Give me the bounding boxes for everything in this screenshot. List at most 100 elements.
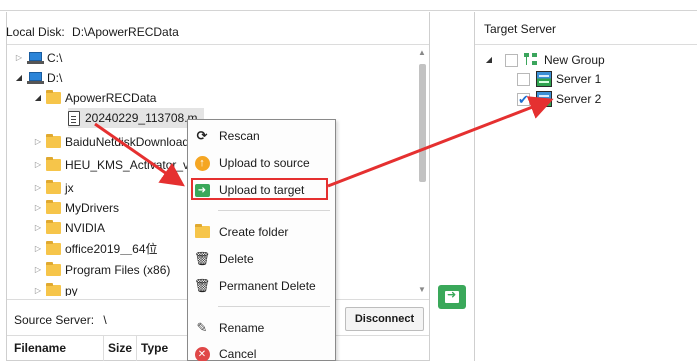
target-server-row[interactable]: Server 2 bbox=[517, 89, 602, 110]
target-server-row[interactable]: Server 1 bbox=[517, 69, 601, 89]
tree-item-folder[interactable]: ▷ NVIDIA bbox=[33, 218, 105, 238]
tree-item-label: 20240229_113708.m bbox=[85, 111, 198, 125]
menu-item-create-folder[interactable]: Create folder bbox=[188, 221, 335, 243]
file-icon bbox=[68, 110, 80, 126]
column-divider[interactable] bbox=[103, 336, 104, 361]
menu-item-label: Cancel bbox=[219, 347, 257, 361]
scroll-down-icon[interactable]: ▼ bbox=[418, 285, 426, 294]
upload-source-icon: ↑ bbox=[193, 154, 211, 172]
server-label: Server 1 bbox=[556, 72, 602, 86]
menu-item-upload-to-source[interactable]: ↑ Upload to source bbox=[188, 152, 335, 174]
server-checkbox[interactable] bbox=[517, 90, 530, 110]
tree-item-label: C:\ bbox=[47, 51, 63, 65]
tree-item-apowerrecdata[interactable]: ◢ ApowerRECData bbox=[33, 88, 156, 108]
group-label: New Group bbox=[544, 53, 605, 67]
expand-arrow-icon[interactable]: ▷ bbox=[14, 48, 24, 68]
menu-separator bbox=[218, 306, 330, 307]
server-label: Server 2 bbox=[556, 92, 602, 106]
tree-item-label: MyDrivers bbox=[65, 201, 119, 215]
menu-item-rescan[interactable]: ⟳ Rescan bbox=[188, 125, 335, 147]
expand-arrow-icon[interactable]: ▷ bbox=[33, 218, 43, 238]
menu-item-label: Rename bbox=[219, 321, 265, 335]
tree-item-folder[interactable]: ▷ py bbox=[33, 281, 78, 296]
folder-icon bbox=[46, 90, 61, 104]
menu-item-delete[interactable]: 🗑 Delete bbox=[188, 248, 335, 270]
tree-item-folder[interactable]: ▷ jx bbox=[33, 178, 74, 198]
menu-separator bbox=[218, 210, 330, 211]
scroll-up-icon[interactable]: ▲ bbox=[418, 48, 426, 57]
group-checkbox[interactable] bbox=[505, 53, 518, 67]
collapse-arrow-icon[interactable]: ◢ bbox=[33, 88, 43, 108]
menu-item-label: Rescan bbox=[219, 129, 260, 143]
menu-item-label: Permanent Delete bbox=[219, 279, 316, 293]
folder-icon bbox=[46, 262, 61, 276]
source-server-label: Source Server: bbox=[14, 313, 95, 327]
disconnect-button[interactable]: Disconnect bbox=[345, 307, 424, 331]
collapse-arrow-icon[interactable]: ◢ bbox=[14, 68, 24, 88]
menu-item-rename[interactable]: ✎ Rename bbox=[188, 317, 335, 339]
column-header-filename[interactable]: Filename bbox=[14, 341, 66, 355]
tree-item-label: jx bbox=[65, 181, 74, 195]
divider bbox=[7, 44, 429, 45]
divider bbox=[475, 44, 697, 45]
highlight-box-upload-to-target bbox=[191, 178, 328, 200]
target-group-row[interactable]: ◢ New Group bbox=[484, 50, 605, 70]
tree-item-folder[interactable]: ▷ MyDrivers bbox=[33, 198, 119, 218]
transfer-to-target-button[interactable] bbox=[438, 285, 466, 309]
menu-item-label: Delete bbox=[219, 252, 254, 266]
cancel-icon: ✕ bbox=[193, 345, 211, 361]
tree-item-label: py bbox=[65, 284, 78, 296]
folder-icon bbox=[46, 200, 61, 214]
menu-item-label: Upload to source bbox=[219, 156, 310, 170]
folder-icon bbox=[46, 220, 61, 234]
expand-arrow-icon[interactable]: ▷ bbox=[33, 281, 43, 296]
server-checkbox[interactable] bbox=[517, 72, 530, 86]
pencil-icon: ✎ bbox=[196, 320, 208, 335]
local-disk-label: Local Disk: bbox=[6, 25, 65, 39]
tree-item-folder[interactable]: ▷ BaiduNetdiskDownload bbox=[33, 132, 189, 152]
tree-item-folder[interactable]: ▷ HEU_KMS_Activator_v3 bbox=[33, 155, 196, 175]
tree-item-selected-file[interactable]: 20240229_113708.m bbox=[68, 108, 204, 128]
expand-arrow-icon[interactable]: ▷ bbox=[33, 132, 43, 152]
context-menu: ⟳ Rescan ↑ Upload to source ➜ Upload to … bbox=[187, 119, 336, 361]
menu-item-label: Create folder bbox=[219, 225, 289, 239]
expand-arrow-icon[interactable]: ▷ bbox=[33, 239, 43, 259]
tree-item-d-drive[interactable]: ◢ D:\ bbox=[14, 68, 62, 88]
folder-icon bbox=[46, 180, 61, 194]
tree-item-folder[interactable]: ▷ office2019＿64位 bbox=[33, 239, 158, 259]
server-icon bbox=[536, 71, 552, 87]
folder-icon bbox=[46, 283, 61, 296]
expand-arrow-icon[interactable]: ▷ bbox=[33, 155, 43, 175]
server-icon bbox=[536, 91, 552, 107]
tree-item-label: HEU_KMS_Activator_v3 bbox=[65, 158, 196, 172]
menu-item-cancel[interactable]: ✕ Cancel bbox=[188, 343, 335, 361]
scrollbar-thumb[interactable] bbox=[419, 64, 426, 182]
column-divider[interactable] bbox=[136, 336, 137, 361]
group-icon bbox=[524, 53, 540, 67]
collapse-arrow-icon[interactable]: ◢ bbox=[484, 50, 494, 70]
expand-arrow-icon[interactable]: ▷ bbox=[33, 198, 43, 218]
source-server-value: \ bbox=[103, 313, 107, 327]
local-disk-header: Local Disk: D:\ApowerRECData bbox=[6, 22, 179, 42]
expand-arrow-icon[interactable]: ▷ bbox=[33, 260, 43, 280]
folder-icon bbox=[46, 134, 61, 148]
menu-item-permanent-delete[interactable]: 🗑 Permanent Delete bbox=[188, 275, 335, 297]
tree-item-label: Program Files (x86) bbox=[65, 263, 171, 277]
tree-item-label: ApowerRECData bbox=[65, 91, 157, 105]
expand-arrow-icon[interactable]: ▷ bbox=[33, 178, 43, 198]
tree-item-label: office2019＿64位 bbox=[65, 242, 158, 256]
tree-item-c-drive[interactable]: ▷ C:\ bbox=[14, 48, 62, 68]
local-disk-path: D:\ApowerRECData bbox=[72, 25, 179, 39]
folder-icon bbox=[46, 157, 61, 171]
tree-scrollbar[interactable]: ▲ ▼ bbox=[416, 48, 429, 294]
folder-icon bbox=[46, 241, 61, 255]
column-header-size[interactable]: Size bbox=[108, 341, 132, 355]
refresh-icon: ⟳ bbox=[196, 128, 208, 143]
column-header-type[interactable]: Type bbox=[141, 341, 168, 355]
tree-item-folder[interactable]: ▷ Program Files (x86) bbox=[33, 260, 170, 280]
drive-icon bbox=[27, 72, 44, 84]
window-top-strip bbox=[0, 0, 697, 11]
source-server-row: Source Server: \ bbox=[14, 313, 107, 327]
drive-icon bbox=[27, 52, 44, 64]
tree-item-label: NVIDIA bbox=[65, 221, 106, 235]
